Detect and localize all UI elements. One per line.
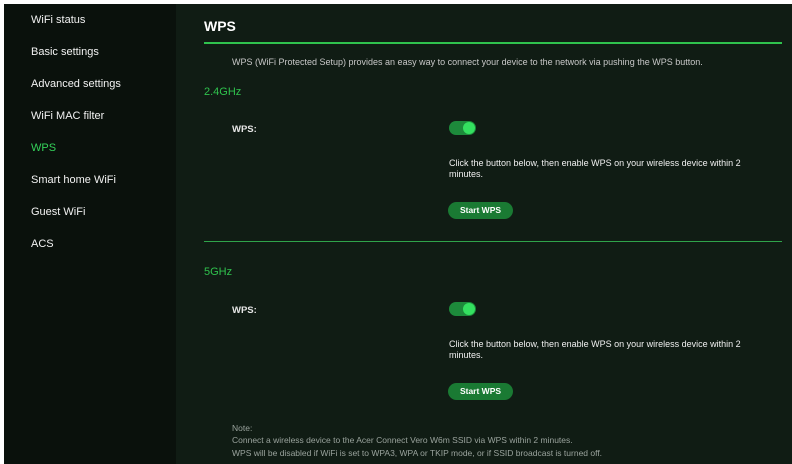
title-divider xyxy=(204,42,782,44)
band-2g-hint: Click the button below, then enable WPS … xyxy=(449,158,741,179)
sidebar-item-basic-settings[interactable]: Basic settings xyxy=(31,46,99,58)
band-5g-wps-toggle[interactable] xyxy=(449,302,476,316)
band-2g-start-wps-button[interactable]: Start WPS xyxy=(448,202,513,219)
sidebar-item-guest-wifi[interactable]: Guest WiFi xyxy=(31,206,85,218)
sidebar-item-wifi-status[interactable]: WiFi status xyxy=(31,14,85,26)
note-title: Note: xyxy=(232,423,253,433)
sidebar-item-acs[interactable]: ACS xyxy=(31,238,54,250)
sidebar-item-advanced-settings[interactable]: Advanced settings xyxy=(31,78,121,90)
band-2g-wps-toggle[interactable] xyxy=(449,121,476,135)
band-5g-heading: 5GHz xyxy=(204,266,233,278)
page-title: WPS xyxy=(204,18,236,34)
sidebar-item-wifi-mac-filter[interactable]: WiFi MAC filter xyxy=(31,110,104,122)
band-2g-heading: 2.4GHz xyxy=(204,86,242,98)
note-line: WPS will be disabled if WiFi is set to W… xyxy=(232,448,603,458)
note-line: Connect a wireless device to the Acer Co… xyxy=(232,435,573,445)
band-5g-wps-label: WPS: xyxy=(232,305,257,316)
band-5g-start-wps-button[interactable]: Start WPS xyxy=(448,383,513,400)
section-divider xyxy=(204,241,782,242)
toggle-knob xyxy=(463,122,475,134)
sidebar-item-wps[interactable]: WPS xyxy=(31,142,56,154)
band-2g-wps-label: WPS: xyxy=(232,124,257,135)
sidebar-item-smart-home-wifi[interactable]: Smart home WiFi xyxy=(31,174,116,186)
toggle-knob xyxy=(463,303,475,315)
band-5g-hint: Click the button below, then enable WPS … xyxy=(449,339,741,360)
sidebar: WiFi status Basic settings Advanced sett… xyxy=(4,4,176,464)
page-description: WPS (WiFi Protected Setup) provides an e… xyxy=(232,57,703,67)
main-content: WPS WPS (WiFi Protected Setup) provides … xyxy=(176,4,792,464)
